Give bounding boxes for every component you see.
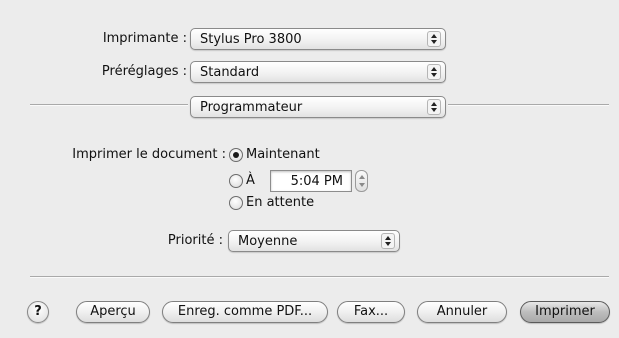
priority-value: Moyenne — [238, 234, 298, 249]
printer-value: Stylus Pro 3800 — [200, 32, 302, 47]
time-field[interactable]: 5:04 PM — [270, 170, 352, 192]
radio-now[interactable] — [229, 148, 243, 162]
print-document-label: Imprimer le document : — [72, 147, 226, 162]
presets-value: Standard — [200, 65, 260, 80]
separator-bottom — [30, 276, 609, 278]
popup-arrows-icon — [427, 31, 441, 47]
printer-popup[interactable]: Stylus Pro 3800 — [190, 28, 446, 50]
radio-hold[interactable] — [229, 196, 243, 210]
radio-now-label[interactable]: Maintenant — [246, 147, 320, 162]
fax-button[interactable]: Fax... — [337, 301, 405, 323]
panel-value: Programmateur — [200, 100, 303, 115]
popup-arrows-icon — [427, 64, 441, 80]
popup-arrows-icon — [427, 99, 441, 115]
popup-arrows-icon — [381, 233, 395, 249]
help-button[interactable]: ? — [27, 301, 49, 323]
presets-label: Préréglages : — [101, 64, 187, 79]
cancel-button[interactable]: Annuler — [417, 301, 507, 323]
separator-left — [30, 104, 188, 106]
radio-at-label[interactable]: À — [246, 173, 255, 188]
separator-right — [448, 104, 609, 106]
print-button[interactable]: Imprimer — [520, 301, 610, 323]
panel-popup[interactable]: Programmateur — [190, 96, 446, 118]
radio-at[interactable] — [229, 174, 243, 188]
priority-label: Priorité : — [167, 233, 223, 248]
preview-button[interactable]: Aperçu — [76, 301, 150, 323]
printer-label: Imprimante : — [102, 31, 187, 46]
radio-hold-label[interactable]: En attente — [246, 195, 314, 210]
presets-popup[interactable]: Standard — [190, 61, 446, 83]
save-as-pdf-button[interactable]: Enreg. comme PDF... — [162, 301, 328, 323]
priority-popup[interactable]: Moyenne — [228, 230, 400, 252]
time-stepper[interactable] — [355, 170, 368, 192]
